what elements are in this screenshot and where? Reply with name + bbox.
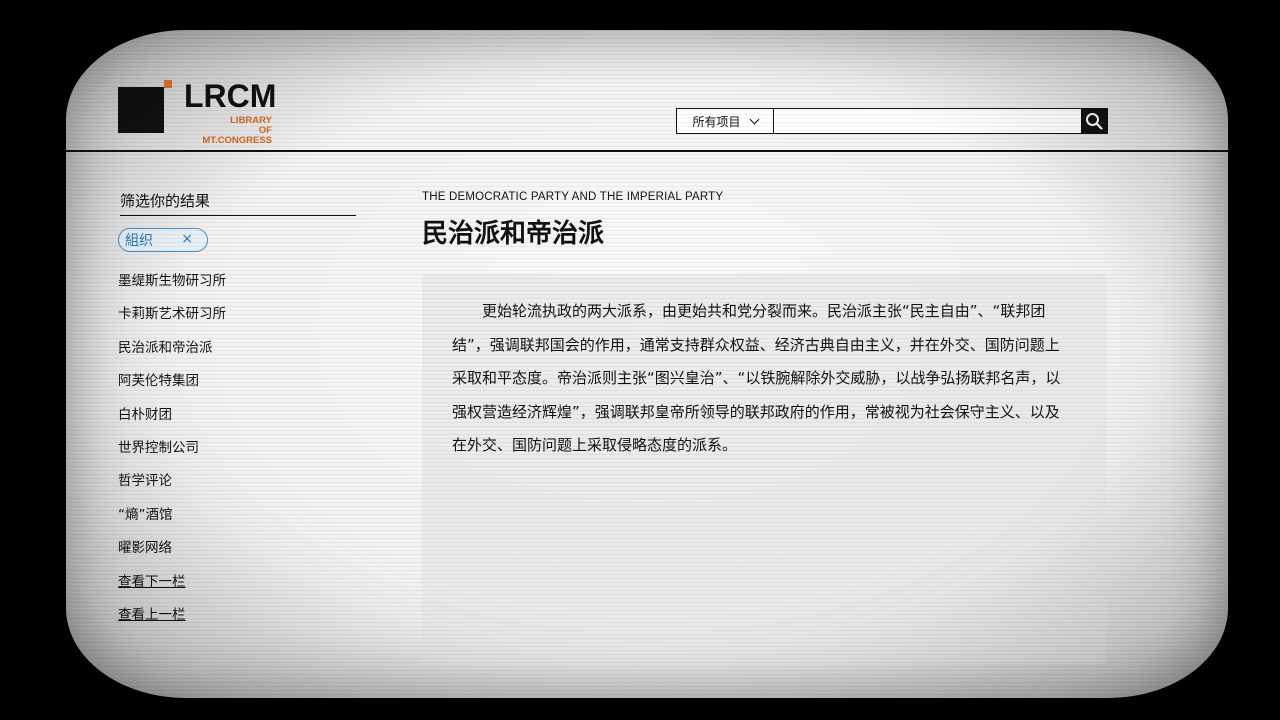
search-bar: 所有项目: [676, 108, 1108, 134]
logo-accent-mark: [164, 80, 172, 88]
filter-item[interactable]: 哲学评论: [118, 470, 226, 503]
filter-item[interactable]: 世界控制公司: [118, 437, 226, 470]
next-page-link[interactable]: 查看下一栏: [118, 571, 226, 604]
search-button[interactable]: [1081, 109, 1107, 133]
filter-divider: [120, 215, 356, 216]
logo-text: LRCM: [184, 78, 277, 114]
search-scope-dropdown[interactable]: 所有项目: [677, 109, 774, 133]
filter-chip-label: 組织: [125, 233, 153, 249]
filter-item[interactable]: 卡莉斯艺术研习所: [118, 303, 226, 336]
filter-item[interactable]: 曜影网络: [118, 537, 226, 570]
search-input[interactable]: [774, 109, 1081, 133]
logo-subtitle: LIBRARY OF MT.CONGRESS: [197, 116, 272, 146]
article-subtitle: THE DEMOCRATIC PARTY AND THE IMPERIAL PA…: [422, 191, 724, 203]
article-title: 民治派和帝治派: [422, 219, 605, 249]
filter-item[interactable]: “熵”酒馆: [118, 504, 226, 537]
filter-item[interactable]: 白朴财团: [118, 404, 226, 437]
search-scope-label: 所有项目: [692, 114, 741, 129]
chevron-down-icon: [749, 114, 759, 124]
filter-chip-organization[interactable]: 組织 ×: [118, 228, 208, 252]
previous-page-link[interactable]: 查看上一栏: [118, 604, 226, 637]
article-body: 更始轮流执政的两大派系，由更始共和党分裂而来。民治派主张“民主自由”、“联邦团结…: [452, 302, 1061, 455]
search-icon: [1086, 113, 1103, 130]
close-icon[interactable]: ×: [181, 231, 193, 247]
filter-item[interactable]: 阿芙伦特集团: [118, 370, 226, 403]
crt-screen: LRCM LIBRARY OF MT.CONGRESS 所有项目 筛选你的结果: [66, 30, 1228, 698]
header-divider: [66, 150, 1228, 152]
filter-title: 筛选你的结果: [120, 192, 211, 210]
filter-list: 墨缇斯生物研习所 卡莉斯艺术研习所 民治派和帝治派 阿芙伦特集团 白朴财团 世界…: [118, 270, 226, 637]
logo-square-mark: [118, 87, 164, 133]
filter-item[interactable]: 墨缇斯生物研习所: [118, 270, 226, 303]
logo-subtitle-line2: OF MT.CONGRESS: [202, 125, 272, 146]
crt-frame: LRCM LIBRARY OF MT.CONGRESS 所有项目 筛选你的结果: [0, 0, 1280, 720]
site-logo[interactable]: LRCM LIBRARY OF MT.CONGRESS: [118, 78, 318, 146]
filter-item[interactable]: 民治派和帝治派: [118, 337, 226, 370]
